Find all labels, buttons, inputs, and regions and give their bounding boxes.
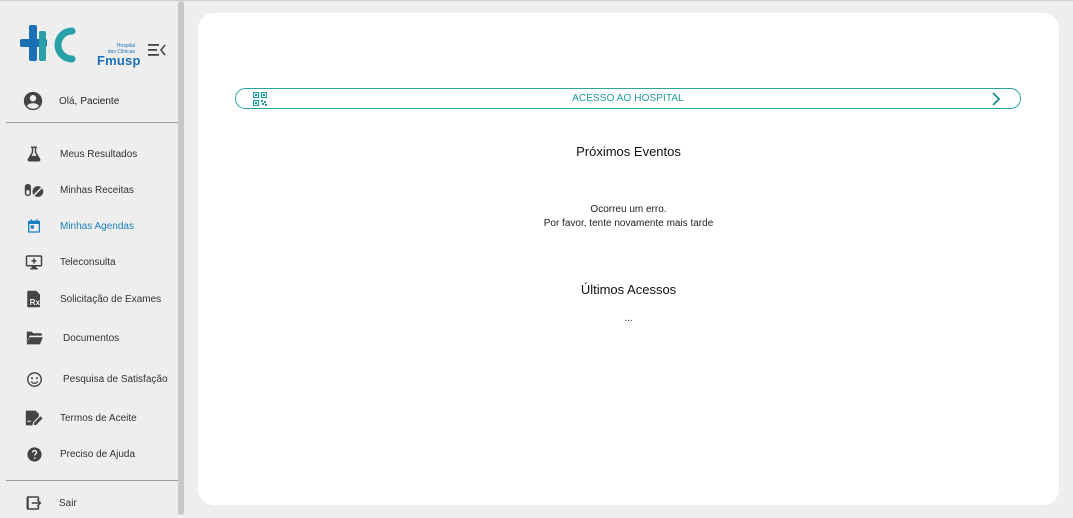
main-content-card: ACESSO AO HOSPITAL Próximos Eventos Ocor… <box>198 13 1059 505</box>
qr-code-icon <box>253 92 267 106</box>
sidebar-item-label: Minhas Receitas <box>60 184 134 196</box>
logo-fmusp-text: Fmusp <box>97 53 141 68</box>
hc-fmusp-logo[interactable]: Hospital das Clínicas Fmusp <box>20 23 140 71</box>
chevron-right-icon <box>992 92 1001 106</box>
sidebar-divider-bottom <box>6 480 178 481</box>
logout-label: Sair <box>59 497 77 509</box>
sidebar-divider-top <box>6 122 178 123</box>
sidebar-item-minhas-agendas[interactable]: Minhas Agendas <box>24 216 174 236</box>
calendar-icon <box>24 216 44 236</box>
recent-accesses-loading: ... <box>624 313 633 324</box>
sidebar-scrollbar[interactable] <box>178 1 184 515</box>
greeting-text: Olá, <box>59 95 78 107</box>
smiley-icon <box>24 369 44 389</box>
error-message-line-1: Ocorreu um erro. <box>590 204 667 215</box>
prescription-icon: Rx <box>24 289 44 309</box>
sidebar-item-preciso-ajuda[interactable]: Preciso de Ajuda <box>24 444 174 464</box>
recent-accesses-title: Últimos Acessos <box>580 282 677 297</box>
sidebar-item-label: Teleconsulta <box>60 256 116 268</box>
hospital-access-label: ACESSO AO HOSPITAL <box>572 93 684 104</box>
menu-collapse-button[interactable] <box>147 42 167 58</box>
sidebar-item-label: Preciso de Ajuda <box>60 448 136 460</box>
hospital-access-button[interactable]: ACESSO AO HOSPITAL <box>235 88 1021 109</box>
sidebar-item-solicitacao-exames[interactable]: Rx Solicitação de Exames <box>24 289 174 309</box>
sidebar-item-pesquisa-satisfacao[interactable]: Pesquisa de Satisfação <box>24 369 174 389</box>
sidebar-item-label: Minhas Agendas <box>60 220 134 232</box>
menu-collapse-icon <box>148 44 166 56</box>
folder-open-icon <box>24 328 44 348</box>
logout-icon <box>24 493 44 513</box>
sidebar-item-minhas-receitas[interactable]: Minhas Receitas <box>24 180 174 200</box>
sidebar-item-label: Meus Resultados <box>60 148 138 160</box>
pills-icon <box>24 180 44 200</box>
logout-button[interactable]: Sair <box>24 493 174 513</box>
hc-logo-mark-icon <box>20 25 76 63</box>
account-circle-icon <box>23 91 43 111</box>
upcoming-events-error: Ocorreu um erro. Por favor, tente novame… <box>198 203 1059 231</box>
sidebar-item-label: Termos de Aceite <box>60 412 137 424</box>
sidebar-item-label: Pesquisa de Satisfação <box>63 373 168 385</box>
monitor-plus-icon <box>24 252 44 272</box>
sidebar: Hospital das Clínicas Fmusp Olá, Pacient… <box>0 1 178 518</box>
document-sign-icon <box>24 408 44 428</box>
user-name: Paciente <box>80 95 120 107</box>
sidebar-item-label: Solicitação de Exames <box>60 293 162 305</box>
sidebar-item-label: Documentos <box>63 332 120 344</box>
sidebar-item-documentos[interactable]: Documentos <box>24 328 174 348</box>
sidebar-item-teleconsulta[interactable]: Teleconsulta <box>24 252 174 272</box>
error-message-line-2: Por favor, tente novamente mais tarde <box>543 218 714 229</box>
upcoming-events-title: Próximos Eventos <box>576 144 681 159</box>
svg-text:Rx: Rx <box>30 298 41 307</box>
sidebar-item-meus-resultados[interactable]: Meus Resultados <box>24 144 174 164</box>
user-greeting[interactable]: Olá, Paciente <box>22 89 172 113</box>
sidebar-item-termos-aceite[interactable]: Termos de Aceite <box>24 408 174 428</box>
flask-icon <box>24 144 44 164</box>
help-circle-icon <box>24 444 44 464</box>
